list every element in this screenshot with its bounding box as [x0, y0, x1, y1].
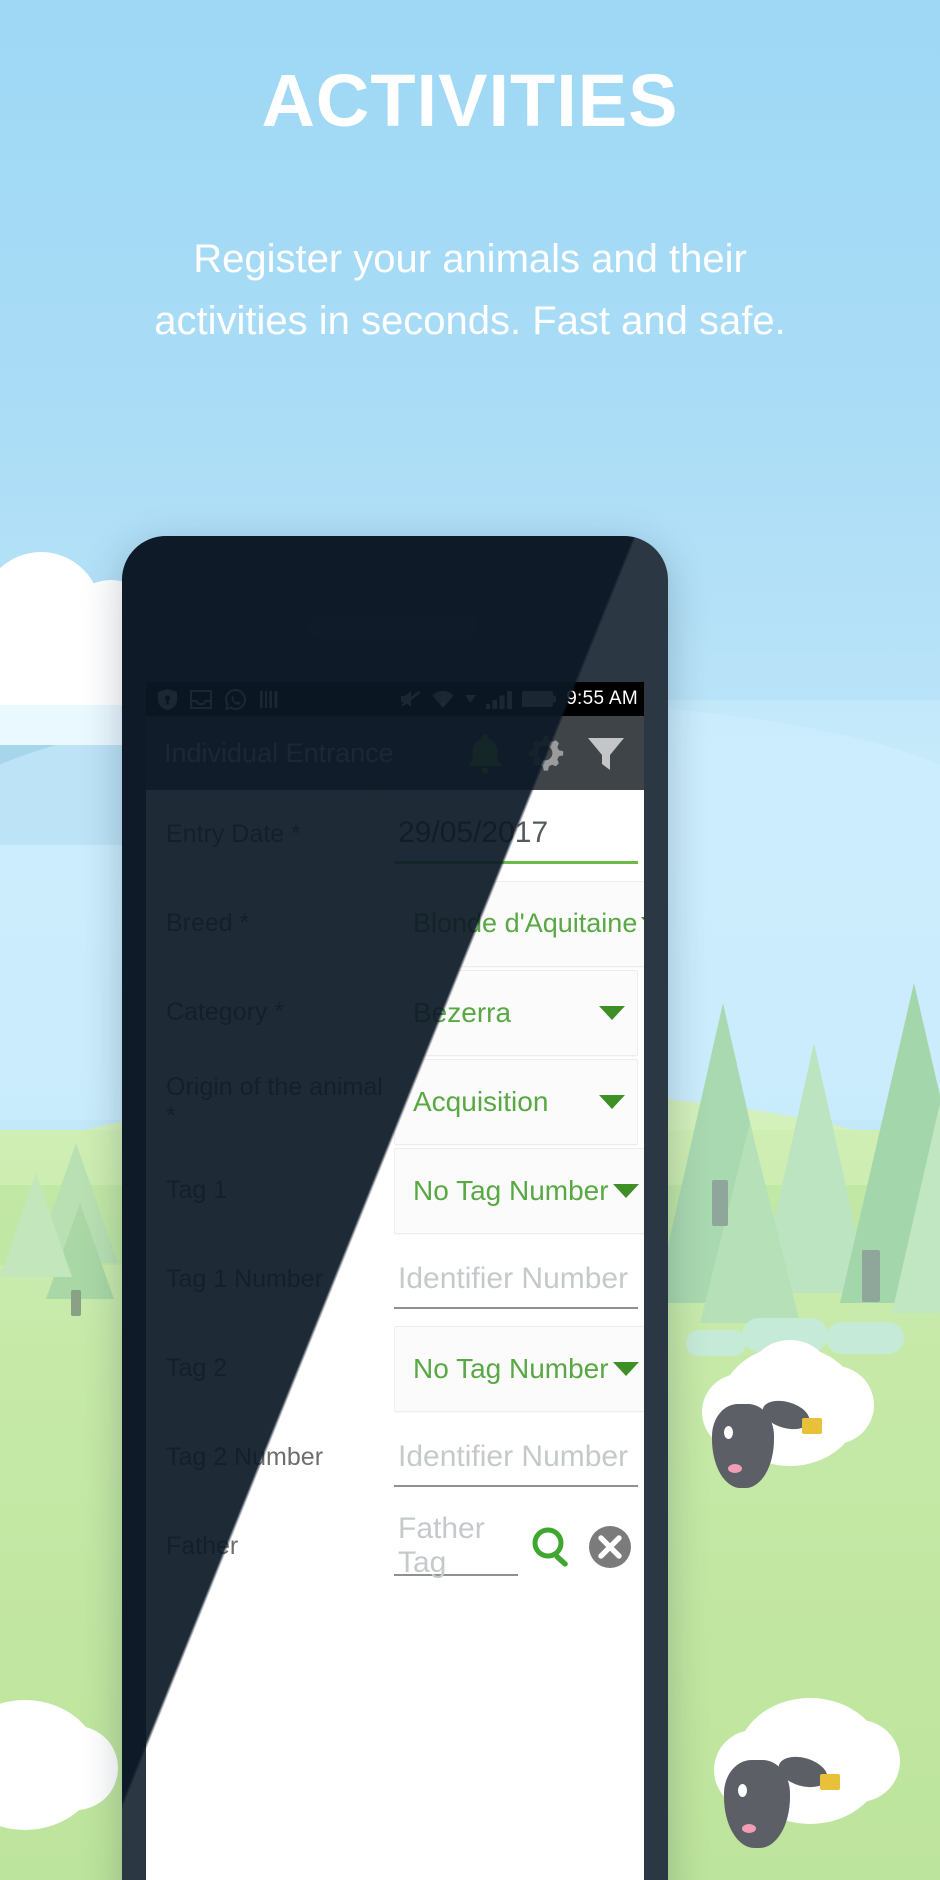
origin-value: Acquisition: [413, 1085, 549, 1117]
status-bar-clock: 9:55 AM: [566, 688, 638, 709]
dropdown-caret-icon: [465, 695, 477, 703]
breed-dropdown[interactable]: Blonde d'Aquitaine: [394, 880, 644, 967]
breed-field[interactable]: Blonde d'Aquitaine: [394, 879, 644, 968]
date-input[interactable]: 29/05/2017: [394, 806, 638, 864]
father-tag-input[interactable]: Father Tag: [394, 1512, 518, 1579]
form-row-tag1: Tag 1 No Tag Number: [146, 1146, 644, 1235]
wifi-icon: [432, 690, 454, 708]
filter-funnel-icon[interactable]: [584, 731, 628, 775]
field-label: Tag 2: [166, 1354, 228, 1382]
notifications-bell-icon[interactable]: [464, 731, 506, 775]
tag2-field[interactable]: No Tag Number: [394, 1324, 644, 1413]
father-field[interactable]: Father Tag: [394, 1502, 638, 1591]
form-row-tag2-number: Tag 2 Number Identifier Number: [146, 1413, 644, 1502]
shield-icon: [158, 688, 177, 710]
category-field[interactable]: Bezerra: [394, 968, 638, 1057]
date-value: 29/05/2017: [398, 816, 549, 849]
sheep-eye: [724, 1426, 733, 1439]
tag1-field[interactable]: No Tag Number: [394, 1146, 644, 1235]
pine-tree-icon: [892, 1100, 940, 1313]
subtitle-line-1: Register your animals and their: [193, 237, 747, 281]
input-placeholder: Identifier Number: [398, 1439, 629, 1473]
tag2-number-field[interactable]: Identifier Number: [394, 1413, 638, 1502]
chevron-down-icon: [599, 1094, 625, 1109]
phone-speaker-grille: [308, 616, 478, 638]
sheep-nose: [742, 1824, 756, 1833]
sheep-ear-tag: [802, 1418, 822, 1434]
form-row-father: Father Father Tag: [146, 1502, 644, 1591]
field-label: Origin of the animal *: [166, 1072, 383, 1130]
animal-entry-form: Entry Date * 29/05/2017 Breed * Blonde d…: [146, 790, 644, 1591]
tag2-value: No Tag Number: [413, 1352, 609, 1384]
tag1-value: No Tag Number: [413, 1174, 609, 1206]
subtitle-line-2: activities in seconds. Fast and safe.: [154, 299, 786, 343]
field-label: Entry Date *: [166, 820, 301, 848]
field-label: Category *: [166, 998, 285, 1026]
sheep-eye: [738, 1784, 747, 1797]
form-row-tag1-number: Tag 1 Number Identifier Number: [146, 1235, 644, 1324]
toolbar-title: Individual Entrance: [164, 737, 394, 768]
sheep-nose: [728, 1464, 742, 1473]
field-label: Father: [166, 1532, 239, 1560]
toolbar-actions: [464, 731, 628, 775]
form-row-breed: Breed * Blonde d'Aquitaine: [146, 879, 644, 968]
search-icon[interactable]: [528, 1523, 576, 1571]
status-bar-left-icons: [158, 688, 279, 710]
clear-circle-icon[interactable]: [586, 1523, 634, 1571]
phone-screen: 9:55 AM Individual Entrance Entry Date *…: [146, 682, 644, 1880]
status-bar-right-icons: 9:55 AM: [399, 688, 638, 710]
origin-dropdown[interactable]: Acquisition: [394, 1058, 638, 1145]
form-row-origin: Origin of the animal * Acquisition: [146, 1057, 644, 1146]
inbox-icon: [190, 689, 212, 709]
tag2-number-input[interactable]: Identifier Number: [394, 1429, 638, 1487]
signal-bars-icon: [486, 690, 513, 709]
sheep-ear-tag: [820, 1774, 840, 1790]
tag1-dropdown[interactable]: No Tag Number: [394, 1147, 644, 1234]
chevron-down-icon: [612, 1361, 639, 1376]
app-toolbar: Individual Entrance: [146, 716, 644, 790]
chevron-down-icon: [599, 1005, 625, 1020]
phone-mockup: 9:55 AM Individual Entrance Entry Date *…: [122, 536, 668, 1880]
fence-post: [712, 1180, 728, 1226]
mute-icon: [401, 690, 421, 707]
sheep-illustration: [676, 1340, 876, 1520]
form-row-tag2: Tag 2 No Tag Number: [146, 1324, 644, 1413]
form-row-category: Category * Bezerra: [146, 968, 644, 1057]
input-placeholder: Father Tag: [398, 1511, 485, 1579]
sheep-wool: [750, 1340, 830, 1410]
chevron-down-icon: [612, 1183, 639, 1198]
settings-gear-icon[interactable]: [523, 731, 567, 775]
whatsapp-icon: [225, 688, 246, 710]
android-status-bar: 9:55 AM: [146, 682, 644, 716]
tag2-dropdown[interactable]: No Tag Number: [394, 1325, 644, 1412]
pine-tree-icon: [0, 1170, 72, 1277]
tree-trunk: [71, 1290, 81, 1316]
chevron-down-icon: [641, 916, 644, 931]
entry-date-field[interactable]: 29/05/2017: [394, 790, 638, 879]
category-value: Bezerra: [413, 996, 512, 1028]
fence-post: [862, 1250, 880, 1302]
field-label: Tag 2 Number: [166, 1443, 324, 1471]
tag1-number-field[interactable]: Identifier Number: [394, 1235, 638, 1324]
sheep-wool: [34, 1726, 118, 1810]
field-label: Breed *: [166, 909, 250, 937]
tag1-number-input[interactable]: Identifier Number: [394, 1251, 638, 1309]
page-subtitle: Register your animals and their activiti…: [0, 228, 940, 352]
category-dropdown[interactable]: Bezerra: [394, 969, 638, 1056]
barcode-icon: [260, 690, 278, 708]
field-label: Tag 1 Number: [166, 1265, 324, 1293]
breed-value: Blonde d'Aquitaine: [413, 908, 638, 938]
field-label: Tag 1: [166, 1176, 228, 1204]
input-placeholder: Identifier Number: [398, 1261, 629, 1295]
battery-icon: [522, 691, 557, 707]
form-row-entry-date: Entry Date * 29/05/2017: [146, 790, 644, 879]
sheep-illustration: [0, 1690, 130, 1880]
sheep-illustration: [690, 1690, 900, 1880]
page-title: ACTIVITIES: [261, 59, 679, 142]
origin-field[interactable]: Acquisition: [394, 1057, 638, 1146]
